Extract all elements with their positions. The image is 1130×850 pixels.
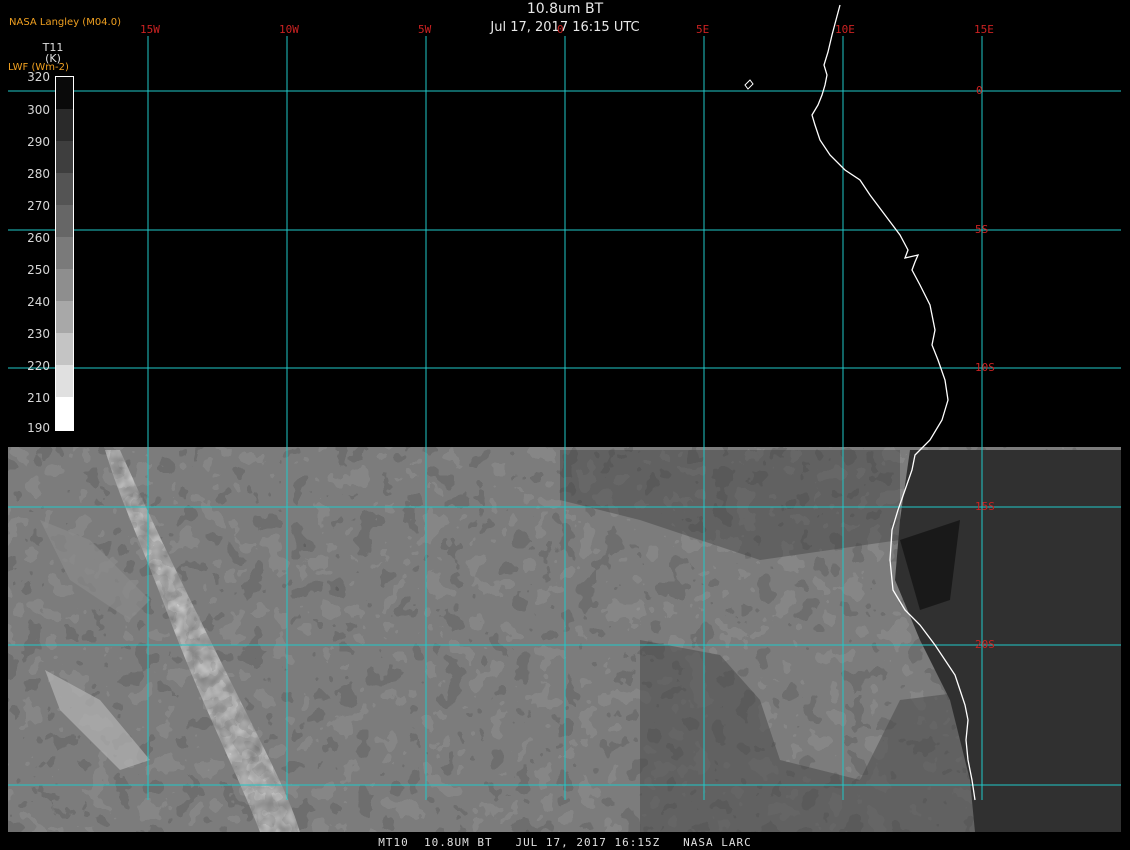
longitude-label: 15W (140, 23, 160, 36)
latitude-label: 0 (976, 84, 983, 97)
longitude-label: 0 (557, 23, 564, 36)
satellite-map (8, 4, 1121, 832)
colorbar-tick-label: 220 (27, 359, 50, 373)
colorbar-tick-label: 190 (27, 421, 50, 435)
longitude-label: 5W (418, 23, 432, 36)
longitude-label: 15E (974, 23, 994, 36)
colorbar-tick-label: 250 (27, 263, 50, 277)
colorbar-tick-label: 280 (27, 167, 50, 181)
colorbar-tick-label: 290 (27, 135, 50, 149)
longitude-label: 10W (279, 23, 299, 36)
org-label: NASA Langley (M04.0) (9, 17, 121, 28)
longitude-label: 10E (835, 23, 855, 36)
colorbar-tick-label: 320 (27, 70, 50, 84)
image-title: 10.8um BT (526, 1, 604, 17)
colorbar-tick-label: 260 (27, 231, 50, 245)
latitude-label: 15S (975, 500, 995, 513)
colorbar-tick-label: 240 (27, 295, 50, 309)
satellite-image-viewer: 10.8um BT Jul 17, 2017 16:15 UTC NASA La… (0, 0, 1130, 850)
colorbar-tick-label: 270 (27, 199, 50, 213)
longitude-label: 5E (696, 23, 710, 36)
image-timestamp: Jul 17, 2017 16:15 UTC (490, 20, 640, 35)
colorbar-title: T11 (K) (42, 41, 64, 65)
colorbar-tick-label: 230 (27, 327, 50, 341)
colorbar-tick-label: 300 (27, 103, 50, 117)
latitude-label: 20S (975, 638, 995, 651)
latitude-label: 5S (975, 223, 989, 236)
footer-caption: MT10 10.8UM BT JUL 17, 2017 16:15Z NASA … (378, 836, 752, 849)
colorbar-scale (55, 76, 74, 431)
latitude-label: 10S (975, 361, 995, 374)
colorbar-tick-label: 210 (27, 391, 50, 405)
island-outline (744, 79, 754, 90)
